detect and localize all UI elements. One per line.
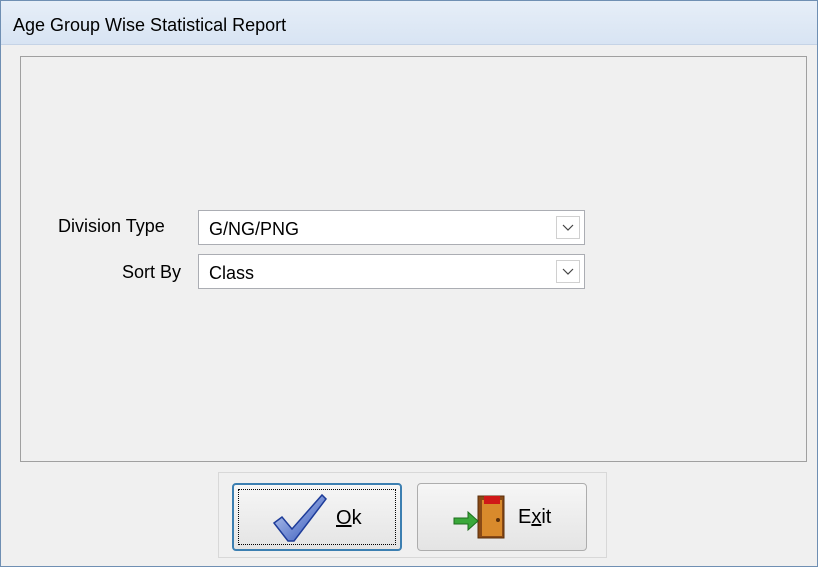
chevron-down-icon[interactable] xyxy=(556,260,580,283)
report-window: Age Group Wise Statistical Report Divisi… xyxy=(0,0,818,567)
exit-button[interactable]: Exit xyxy=(417,483,587,551)
button-bar: Ok Exit xyxy=(218,472,607,558)
exit-button-label: Exit xyxy=(518,506,552,528)
sort-by-label: Sort By xyxy=(122,262,182,282)
checkmark-icon xyxy=(272,493,327,542)
title-bar[interactable]: Age Group Wise Statistical Report xyxy=(1,1,817,45)
chevron-down-icon[interactable] xyxy=(556,216,580,239)
division-type-label: Division Type xyxy=(58,216,165,236)
options-panel: Division Type G/NG/PNG Sort By Class xyxy=(20,56,807,462)
window-title: Age Group Wise Statistical Report xyxy=(13,15,287,35)
exit-door-icon xyxy=(453,495,505,539)
ok-button[interactable]: Ok xyxy=(232,483,402,551)
sort-by-value: Class xyxy=(209,263,255,283)
ok-button-label: Ok xyxy=(336,507,362,529)
division-type-value: G/NG/PNG xyxy=(209,219,300,239)
division-type-dropdown[interactable]: G/NG/PNG xyxy=(198,210,585,245)
sort-by-dropdown[interactable]: Class xyxy=(198,254,585,289)
